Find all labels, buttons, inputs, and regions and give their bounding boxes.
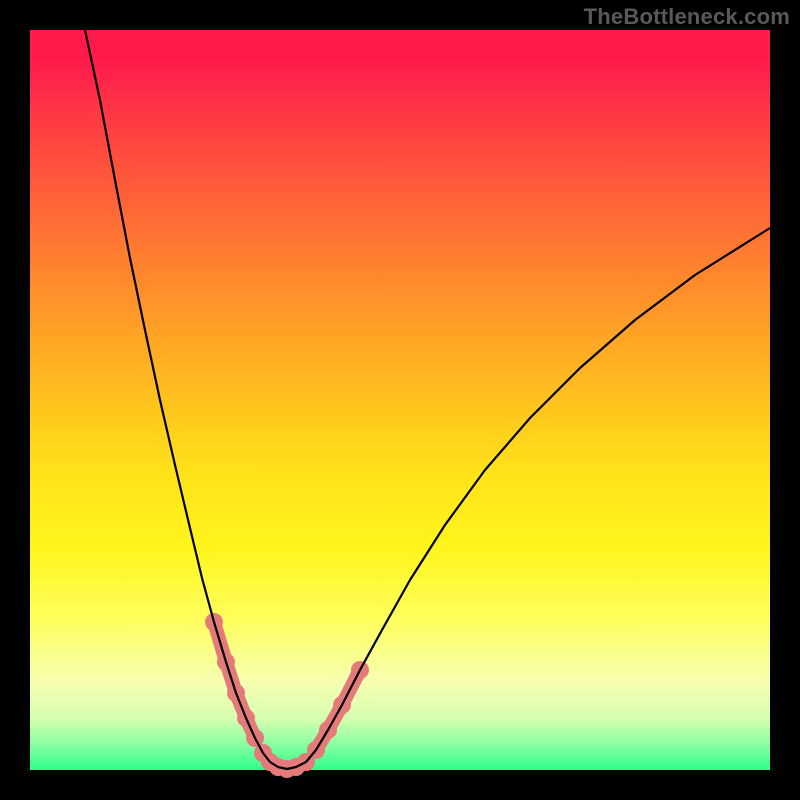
attribution-text: TheBottleneck.com	[584, 4, 790, 30]
series-left-arm	[85, 30, 270, 762]
series-right-arm	[306, 228, 770, 762]
curve-layer	[30, 30, 770, 770]
chart-frame: TheBottleneck.com	[0, 0, 800, 800]
plot-area	[30, 30, 770, 770]
